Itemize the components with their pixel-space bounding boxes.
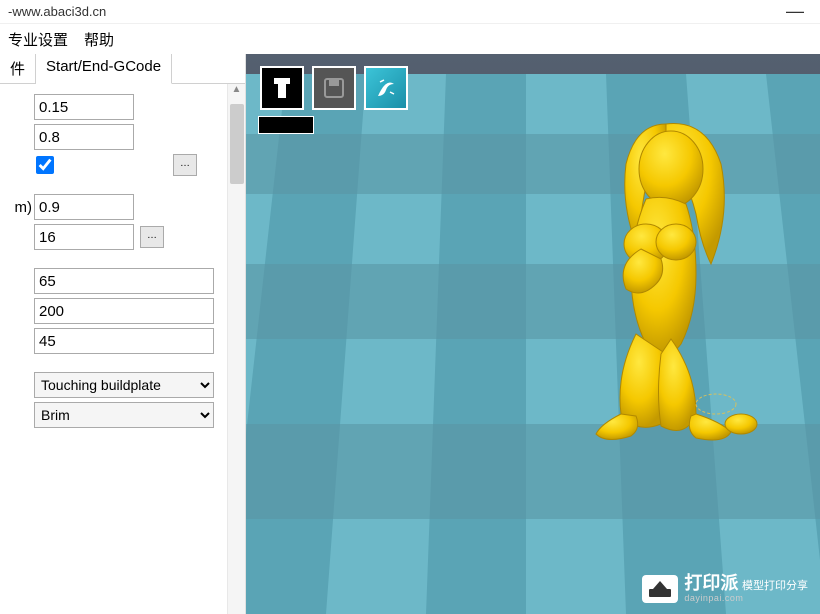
- speed-input[interactable]: [34, 268, 214, 294]
- support-select[interactable]: Touching buildplate: [34, 372, 214, 398]
- settings-panel: … m) …: [0, 84, 245, 614]
- menu-advanced[interactable]: 专业设置: [8, 29, 68, 50]
- window-title: -www.abaci3d.cn: [8, 4, 778, 19]
- watermark-url: dayinpai.com: [684, 594, 808, 604]
- watermark-sub: 模型打印分享: [742, 580, 808, 592]
- tab-file[interactable]: 件: [0, 54, 36, 83]
- scroll-up-icon[interactable]: ▲: [228, 84, 245, 100]
- temp-bed-input[interactable]: [34, 328, 214, 354]
- retraction-checkbox[interactable]: [36, 156, 54, 174]
- save-icon: [320, 74, 348, 102]
- load-icon: [268, 74, 296, 102]
- temp-extruder-input[interactable]: [34, 298, 214, 324]
- watermark-name: 打印派: [684, 573, 738, 593]
- watermark: 打印派 模型打印分享 dayinpai.com: [642, 574, 808, 604]
- tooltip-box: [258, 116, 314, 134]
- settings-tabs: 件 Start/End-GCode: [0, 54, 245, 84]
- tab-gcode[interactable]: Start/End-GCode: [36, 54, 172, 84]
- settings-sidebar: 件 Start/End-GCode …: [0, 54, 246, 614]
- share-icon: [372, 74, 400, 102]
- menubar: 专业设置 帮助: [0, 24, 820, 54]
- more-button-1[interactable]: …: [173, 154, 197, 176]
- shell-thickness-input[interactable]: [34, 124, 134, 150]
- fill-density-input[interactable]: [34, 194, 134, 220]
- more-button-2[interactable]: …: [140, 226, 164, 248]
- panel-scrollbar[interactable]: ▲: [227, 84, 245, 614]
- 3d-viewport[interactable]: 打印派 模型打印分享 dayinpai.com: [246, 54, 820, 614]
- save-button[interactable]: [312, 66, 356, 110]
- menu-help[interactable]: 帮助: [84, 29, 114, 50]
- unit-label-m: m): [10, 199, 34, 216]
- layer-height-input[interactable]: [34, 94, 134, 120]
- share-button[interactable]: [364, 66, 408, 110]
- minimize-button[interactable]: —: [778, 1, 812, 22]
- titlebar: -www.abaci3d.cn —: [0, 0, 820, 24]
- count-input[interactable]: [34, 224, 134, 250]
- main-area: 件 Start/End-GCode …: [0, 54, 820, 614]
- watermark-logo-icon: [642, 575, 678, 603]
- scroll-thumb[interactable]: [230, 104, 244, 184]
- load-model-button[interactable]: [260, 66, 304, 110]
- viewport-toolbar: [260, 66, 408, 110]
- adhesion-select[interactable]: Brim: [34, 402, 214, 428]
- 3d-model[interactable]: [546, 114, 766, 454]
